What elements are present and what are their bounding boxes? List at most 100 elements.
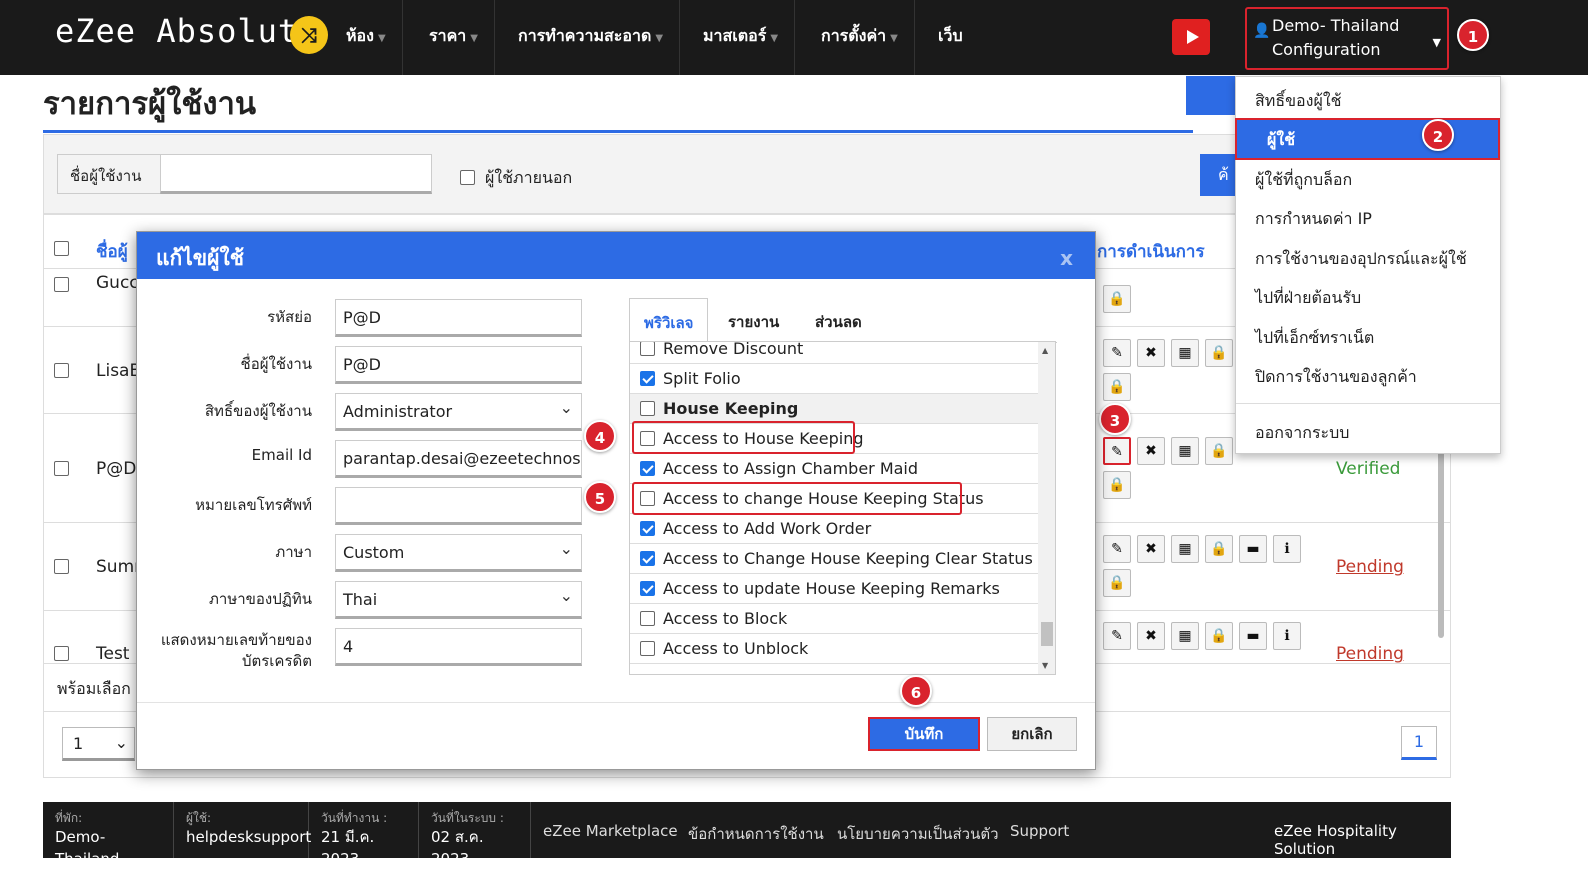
tab-discounts[interactable]: ส่วนลด [801,298,876,342]
pagination-page[interactable]: 1 [1401,726,1437,760]
lock-icon[interactable]: 🔒 [1205,535,1233,563]
row-checkbox[interactable] [54,277,69,292]
privilege-item[interactable]: Access to Unblock [630,634,1038,664]
privilege-item[interactable]: Access to Assign Chamber Maid [630,454,1038,484]
device-icon[interactable]: ▦ [1171,339,1199,367]
edit-icon[interactable]: ✎ [1103,437,1131,465]
row-checkbox[interactable] [54,559,69,574]
nav-housekeeping[interactable]: การทำความสะอาด ▼ [502,0,681,75]
privilege-item[interactable]: Access to Change House Keeping Clear Sta… [630,544,1038,574]
save-button[interactable]: บันทึก [868,717,980,751]
user-role-select[interactable]: Administrator [335,393,582,431]
close-icon[interactable]: x [1060,246,1073,270]
privilege-group-header[interactable]: House Keeping [630,394,1038,424]
nav-masters[interactable]: มาสเตอร์ ▼ [687,0,796,75]
privilege-checkbox[interactable] [640,461,655,476]
edit-icon[interactable]: ✎ [1103,339,1131,367]
scrollbar-thumb[interactable] [1041,622,1053,646]
device-icon[interactable]: ▦ [1171,437,1199,465]
phone-input[interactable] [335,487,582,525]
menu-item-disable-customer[interactable]: ปิดการใช้งานของลูกค้า [1255,365,1417,390]
lock-user-icon[interactable]: 🔒 [1103,471,1131,499]
menu-item-logout[interactable]: ออกจากระบบ [1255,421,1349,446]
info-icon[interactable]: ℹ [1273,622,1301,650]
footer-link-privacy[interactable]: นโยบายความเป็นส่วนตัว [837,822,999,846]
nav-web[interactable]: เว็บ [922,0,979,75]
menu-item-front-desk[interactable]: ไปที่ฝ่ายต้อนรับ [1255,286,1361,311]
footer-link-marketplace[interactable]: eZee Marketplace [543,822,678,840]
language-select[interactable]: Custom [335,534,582,572]
privilege-checkbox[interactable] [640,581,655,596]
username-input[interactable]: P@D [335,346,582,384]
lock-user-icon[interactable]: 🔒 [1103,285,1131,313]
lock-user-icon[interactable]: 🔒 [1103,569,1131,597]
youtube-icon[interactable] [1172,19,1210,55]
shuffle-icon[interactable]: ⤨ [290,16,328,54]
privilege-checkbox[interactable] [640,641,655,656]
privilege-checkbox[interactable] [640,342,655,356]
device-icon[interactable]: ▦ [1171,535,1199,563]
edit-icon[interactable]: ✎ [1103,622,1131,650]
short-code-input[interactable]: P@D [335,299,582,337]
menu-item-user-privileges[interactable]: สิทธิ์ของผู้ใช้ [1255,89,1341,114]
footer-link-support[interactable]: Support [1010,822,1069,840]
tab-privileges[interactable]: พริวิเลจ [629,298,709,343]
menu-item-users[interactable]: ผู้ใช้ [1235,118,1500,160]
privilege-checkbox[interactable] [640,371,655,386]
status-link[interactable]: Pending [1336,644,1404,664]
lock-user-icon[interactable]: 🔒 [1103,373,1131,401]
scroll-up-icon[interactable]: ▲ [1042,346,1048,355]
row-checkbox[interactable] [54,646,69,661]
privilege-item[interactable]: Access to Block [630,604,1038,634]
privilege-checkbox[interactable] [640,521,655,536]
privilege-item[interactable]: Access to Add Work Order [630,514,1038,544]
privilege-checkbox[interactable] [640,551,655,566]
delete-icon[interactable]: ✖ [1137,622,1165,650]
delete-icon[interactable]: ✖ [1137,339,1165,367]
nav-rates[interactable]: ราคา ▼ [413,0,495,75]
footer-link-terms[interactable]: ข้อกำหนดการใช้งาน [688,822,824,846]
delete-icon[interactable]: ✖ [1137,437,1165,465]
nav-settings[interactable]: การตั้งค่า ▼ [805,0,915,75]
device-icon[interactable]: ▦ [1171,622,1199,650]
external-user-checkbox[interactable] [460,170,475,185]
table-row-name: Gucc [96,273,139,293]
lock-icon[interactable]: 🔒 [1205,437,1233,465]
privilege-item[interactable]: Access to update House Keeping Remarks [630,574,1038,604]
menu-item-blocked-users[interactable]: ผู้ใช้ที่ถูกบล็อก [1255,168,1352,193]
user-icon: 👤 [1253,23,1271,39]
privilege-checkbox[interactable] [640,401,655,416]
app-logo[interactable]: eZee Absolute [55,12,318,50]
row-checkbox[interactable] [54,363,69,378]
privilege-item[interactable]: Split Folio [630,364,1038,394]
privilege-checkbox[interactable] [640,611,655,626]
menu-item-extranet[interactable]: ไปที่เอ็กซ์ทราเน็ต [1255,326,1374,351]
user-menu-button[interactable]: 👤 Demo- Thailand Configuration ▼ [1245,7,1449,70]
menu-item-ip-config[interactable]: การกำหนดค่า IP [1255,207,1372,232]
scroll-down-icon[interactable]: ▼ [1042,661,1048,670]
select-all-checkbox[interactable] [54,241,69,256]
status-link[interactable]: Pending [1336,557,1404,577]
page-size-select[interactable]: 1 ⌄ [62,727,135,761]
comment-icon[interactable]: ▬ [1239,535,1267,563]
calendar-language-select[interactable]: Thai [335,581,582,619]
lock-icon[interactable]: 🔒 [1205,622,1233,650]
row-checkbox[interactable] [54,461,69,476]
column-header-user[interactable]: ชื่อผู้ [96,238,128,265]
cancel-button[interactable]: ยกเลิก [987,717,1077,751]
nav-rooms[interactable]: ห้อง ▼ [330,0,403,75]
nav-label: การตั้งค่า [821,26,887,45]
privilege-item[interactable]: Remove Discount [630,342,1038,364]
add-user-button[interactable] [1186,76,1236,115]
email-field[interactable]: parantap.desai@ezeetechnosys.c [335,440,582,478]
delete-icon[interactable]: ✖ [1137,535,1165,563]
lock-icon[interactable]: 🔒 [1205,339,1233,367]
search-input[interactable] [160,154,432,194]
info-icon[interactable]: ℹ [1273,535,1301,563]
edit-icon[interactable]: ✎ [1103,535,1131,563]
search-button[interactable]: ค้ [1200,154,1236,196]
comment-icon[interactable]: ▬ [1239,622,1267,650]
tab-reports[interactable]: รายงาน [714,298,793,342]
menu-item-device-usage[interactable]: การใช้งานของอุปกรณ์และผู้ใช้ [1255,247,1467,272]
cc-digits-input[interactable]: 4 [335,628,582,666]
